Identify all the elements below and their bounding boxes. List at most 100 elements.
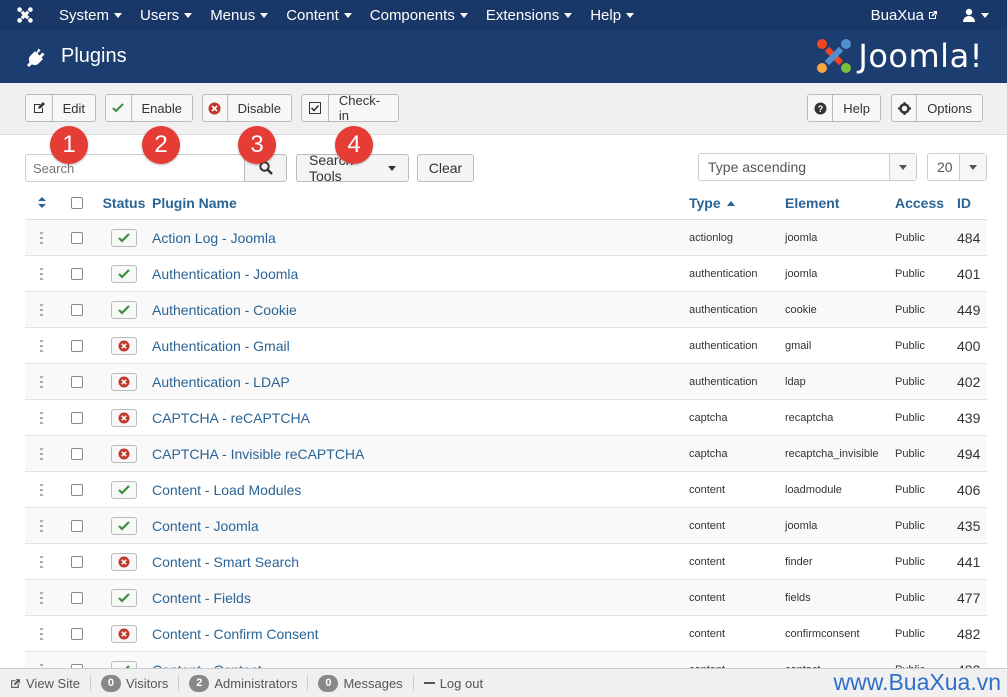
plugin-id: 402 (957, 373, 981, 390)
menu-menus[interactable]: Menus (201, 0, 277, 30)
plugin-name-link[interactable]: Authentication - Gmail (152, 338, 689, 354)
enable-button[interactable]: Enable (105, 94, 193, 122)
select-all-checkbox[interactable] (71, 196, 83, 209)
view-site-link[interactable]: View Site (0, 675, 91, 691)
drag-handle-icon[interactable] (39, 519, 44, 532)
check-icon (118, 484, 130, 495)
sort-select[interactable]: Type ascending (698, 153, 917, 181)
type-column-header[interactable]: Type (689, 195, 785, 211)
drag-handle-icon[interactable] (39, 555, 44, 568)
drag-handle-icon[interactable] (39, 267, 44, 280)
row-checkbox[interactable] (71, 231, 83, 244)
site-link[interactable]: BuaXua (859, 7, 950, 24)
plugin-name-link[interactable]: Action Log - Joomla (152, 230, 689, 246)
disable-button[interactable]: Disable (202, 94, 292, 122)
main-menu: System Users Menus Content Components Ex… (50, 0, 643, 30)
plugin-id: 484 (957, 229, 981, 246)
plugin-type: content (689, 591, 726, 604)
row-checkbox[interactable] (71, 303, 83, 316)
enabled-status-toggle[interactable] (111, 480, 137, 499)
enabled-status-toggle[interactable] (111, 264, 137, 283)
plugin-name-link[interactable]: Authentication - Joomla (152, 266, 689, 282)
callout-badge-3: 3 (238, 126, 276, 164)
row-checkbox[interactable] (71, 411, 83, 424)
checkin-button[interactable]: Check-in (301, 93, 399, 123)
plugin-element: joomla (785, 231, 818, 244)
menu-help[interactable]: Help (581, 0, 643, 30)
plugin-name-link[interactable]: CAPTCHA - Invisible reCAPTCHA (152, 446, 689, 462)
row-checkbox[interactable] (71, 627, 83, 640)
name-column-header[interactable]: Plugin Name (152, 195, 689, 211)
disable-icon (118, 448, 130, 460)
menu-system[interactable]: System (50, 0, 131, 30)
plugin-name-link[interactable]: Authentication - LDAP (152, 374, 689, 390)
plugin-access: Public (895, 267, 925, 280)
row-checkbox[interactable] (71, 591, 83, 604)
plugin-name-link[interactable]: Content - Smart Search (152, 554, 689, 570)
plugin-name-link[interactable]: CAPTCHA - reCAPTCHA (152, 410, 689, 426)
drag-handle-icon[interactable] (39, 231, 44, 244)
chevron-down-icon (981, 12, 989, 18)
edit-icon (26, 95, 53, 121)
menu-extensions[interactable]: Extensions (477, 0, 581, 30)
disabled-status-toggle[interactable] (111, 336, 137, 355)
enabled-status-toggle[interactable] (111, 228, 137, 247)
drag-handle-icon[interactable] (39, 411, 44, 424)
disabled-status-toggle[interactable] (111, 372, 137, 391)
drag-handle-icon[interactable] (39, 591, 44, 604)
access-column-header[interactable]: Access (895, 195, 957, 211)
drag-handle-icon[interactable] (39, 483, 44, 496)
options-button[interactable]: Options (891, 94, 983, 122)
menu-content[interactable]: Content (277, 0, 361, 30)
enabled-status-toggle[interactable] (111, 300, 137, 319)
plugin-name-link[interactable]: Content - Fields (152, 590, 689, 606)
plugin-type: actionlog (689, 231, 734, 244)
drag-handle-icon[interactable] (39, 447, 44, 460)
limit-select[interactable]: 20 (927, 153, 987, 181)
clear-button[interactable]: Clear (417, 154, 474, 182)
plugin-name-link[interactable]: Content - Joomla (152, 518, 689, 534)
table-row: CAPTCHA - Invisible reCAPTCHA captcha reca… (25, 436, 987, 472)
plugin-name-link[interactable]: Authentication - Cookie (152, 302, 689, 318)
row-checkbox[interactable] (71, 447, 83, 460)
ordering-sort-icon[interactable] (25, 197, 58, 208)
edit-button[interactable]: Edit (25, 94, 96, 122)
table-row: Content - Fields content fields Public 477 (25, 580, 987, 616)
plugin-access: Public (895, 375, 925, 388)
drag-handle-icon[interactable] (39, 339, 44, 352)
check-icon (118, 268, 130, 279)
row-checkbox[interactable] (71, 519, 83, 532)
joomla-menu-icon[interactable] (0, 0, 50, 30)
disabled-status-toggle[interactable] (111, 408, 137, 427)
drag-handle-icon[interactable] (39, 375, 44, 388)
row-checkbox[interactable] (71, 267, 83, 280)
plugin-type: content (689, 483, 726, 496)
row-checkbox[interactable] (71, 555, 83, 568)
plugin-name-link[interactable]: Content - Confirm Consent (152, 626, 689, 642)
enabled-status-toggle[interactable] (111, 516, 137, 535)
check-icon (106, 95, 132, 121)
plugin-element: ldap (785, 375, 806, 388)
disabled-status-toggle[interactable] (111, 444, 137, 463)
id-column-header[interactable]: ID (957, 195, 987, 211)
drag-handle-icon[interactable] (39, 303, 44, 316)
row-checkbox[interactable] (71, 483, 83, 496)
disabled-status-toggle[interactable] (111, 624, 137, 643)
chevron-down-icon (564, 12, 573, 18)
disabled-status-toggle[interactable] (111, 552, 137, 571)
row-checkbox[interactable] (71, 339, 83, 352)
menu-users[interactable]: Users (131, 0, 201, 30)
user-menu-button[interactable] (950, 8, 1007, 22)
navbar-right: BuaXua (859, 0, 1007, 30)
element-column-header[interactable]: Element (785, 195, 895, 211)
row-checkbox[interactable] (71, 375, 83, 388)
logout-link[interactable]: Log out (414, 675, 493, 691)
help-button[interactable]: ? Help (807, 94, 881, 122)
chevron-down-icon (184, 12, 193, 18)
enabled-status-toggle[interactable] (111, 588, 137, 607)
status-column-header[interactable]: Status (96, 195, 152, 211)
messages-status[interactable]: 0 Messages (308, 674, 414, 692)
drag-handle-icon[interactable] (39, 627, 44, 640)
menu-components[interactable]: Components (361, 0, 477, 30)
plugin-name-link[interactable]: Content - Load Modules (152, 482, 689, 498)
